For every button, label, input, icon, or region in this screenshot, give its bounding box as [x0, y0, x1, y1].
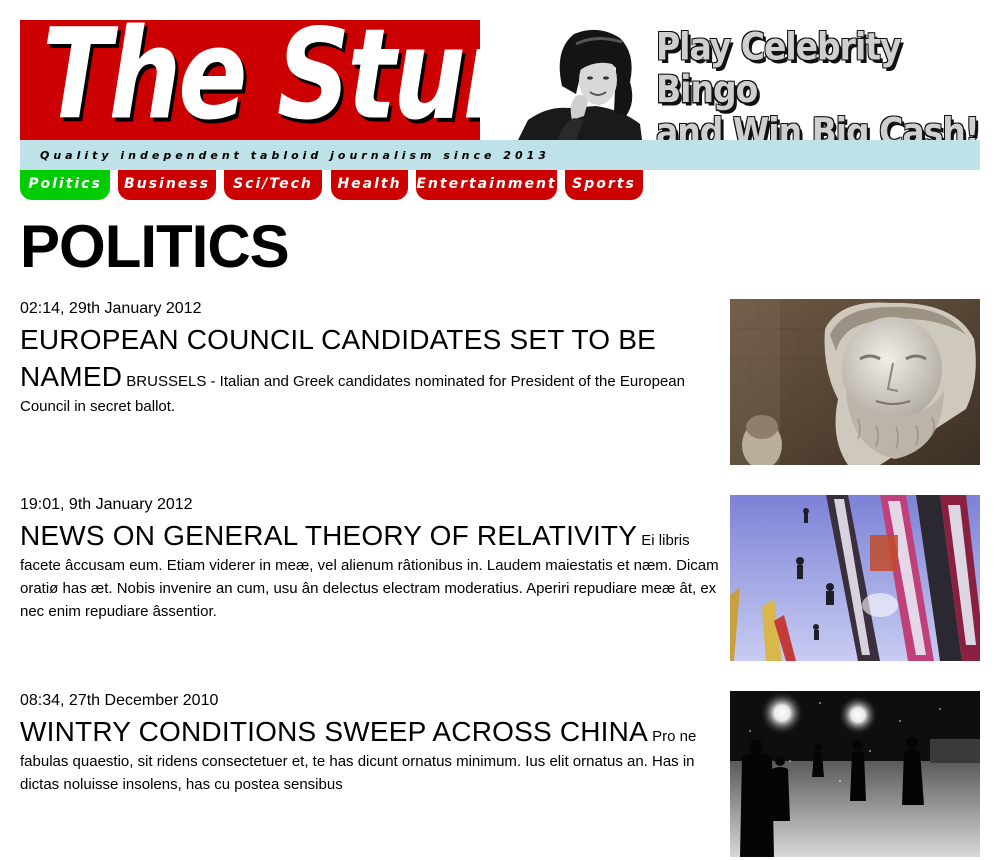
ad-line-2: and Win Big Cash! [656, 110, 980, 140]
article-headline[interactable]: NEWS ON GENERAL THEORY OF RELATIVITY [20, 520, 637, 551]
tab-sci-tech[interactable]: Sci/Tech [224, 170, 322, 200]
article-date: 02:14, 29th January 2012 [20, 300, 202, 317]
page-title: POLITICS [20, 213, 290, 280]
article-body: WINTRY CONDITIONS SWEEP ACROSS CHINA Pro… [20, 713, 720, 796]
tagline-text: Quality independent tabloid journalism s… [40, 149, 550, 162]
tab-business[interactable]: Business [118, 170, 216, 200]
site-title: The Stun! [42, 20, 480, 140]
ad-headline: Play Celebrity Bingo and Win Big Cash! [656, 24, 980, 140]
tagline-bar: Quality independent tabloid journalism s… [20, 140, 980, 170]
tab-health[interactable]: Health [331, 170, 408, 200]
article-item: 02:14, 29th January 2012 EUROPEAN COUNCI… [20, 299, 980, 467]
celebrity-bingo-ad[interactable]: Play Celebrity Bingo and Win Big Cash! [518, 20, 980, 140]
article-date: 08:34, 27th December 2010 [20, 692, 219, 709]
tab-entertainment[interactable]: Entertainment [416, 170, 557, 200]
article-body: NEWS ON GENERAL THEORY OF RELATIVITY Ei … [20, 517, 720, 623]
article-item: 08:34, 27th December 2010 WINTRY CONDITI… [20, 691, 980, 859]
ad-line-1: Play Celebrity Bingo [656, 24, 902, 112]
article-headline[interactable]: WINTRY CONDITIONS SWEEP ACROSS CHINA [20, 716, 648, 747]
masthead-logo[interactable]: The Stun! [20, 20, 480, 140]
article-thumbnail-skis[interactable] [730, 495, 980, 661]
article-thumbnail-snow-night[interactable] [730, 691, 980, 857]
tab-politics[interactable]: Politics [20, 170, 110, 200]
tab-sports[interactable]: Sports [565, 170, 643, 200]
article-body: EUROPEAN COUNCIL CANDIDATES SET TO BE NA… [20, 321, 720, 418]
article-date: 19:01, 9th January 2012 [20, 496, 193, 513]
article-thumbnail-statue[interactable] [730, 299, 980, 465]
ad-woman-photo [518, 20, 642, 140]
article-item: 19:01, 9th January 2012 NEWS ON GENERAL … [20, 495, 980, 663]
